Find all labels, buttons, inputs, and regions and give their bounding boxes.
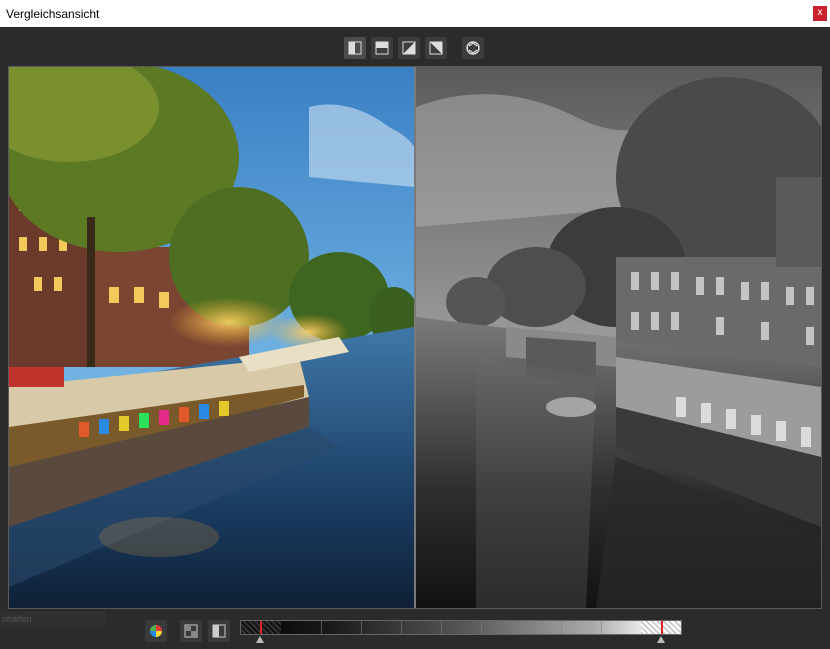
tonal-tick — [481, 621, 482, 634]
highlight-slider-handle[interactable] — [657, 636, 665, 643]
split-diagonal-reverse-icon — [429, 41, 443, 55]
tonal-tick — [401, 621, 402, 634]
split-compare-icon — [212, 624, 226, 638]
clipping-view-icon — [184, 624, 198, 638]
split-diagonal-reverse-button[interactable] — [425, 37, 447, 59]
split-diagonal-icon — [402, 41, 416, 55]
swap-compare-button[interactable] — [462, 37, 484, 59]
color-picker-icon — [150, 625, 162, 637]
color-picker-button[interactable] — [145, 620, 167, 642]
split-vertical-button[interactable] — [344, 37, 366, 59]
color-image — [9, 67, 414, 608]
black-white-image — [416, 67, 821, 608]
tonal-tick — [521, 621, 522, 634]
tonal-tick — [561, 621, 562, 634]
highlight-marker — [661, 621, 663, 634]
compare-view[interactable] — [8, 66, 822, 609]
split-vertical-icon — [348, 41, 362, 55]
tonal-range-bar[interactable] — [240, 620, 682, 635]
tonal-tick — [441, 621, 442, 634]
close-button[interactable]: x — [813, 6, 827, 21]
tonal-tick — [321, 621, 322, 634]
split-horizontal-button[interactable] — [371, 37, 393, 59]
split-horizontal-icon — [375, 41, 389, 55]
status-text: nhalten — [0, 611, 106, 627]
tonal-tick — [361, 621, 362, 634]
split-diagonal-button[interactable] — [398, 37, 420, 59]
clipping-view-button[interactable] — [180, 620, 202, 642]
window-title: Vergleichsansicht — [6, 7, 100, 21]
view-toolbar — [0, 27, 830, 65]
swap-compare-icon — [466, 41, 480, 55]
tonal-tick — [601, 621, 602, 634]
shadow-slider-handle[interactable] — [256, 636, 264, 643]
title-bar: Vergleichsansicht x — [0, 0, 830, 27]
shadow-marker — [260, 621, 262, 634]
split-compare-button[interactable] — [208, 620, 230, 642]
